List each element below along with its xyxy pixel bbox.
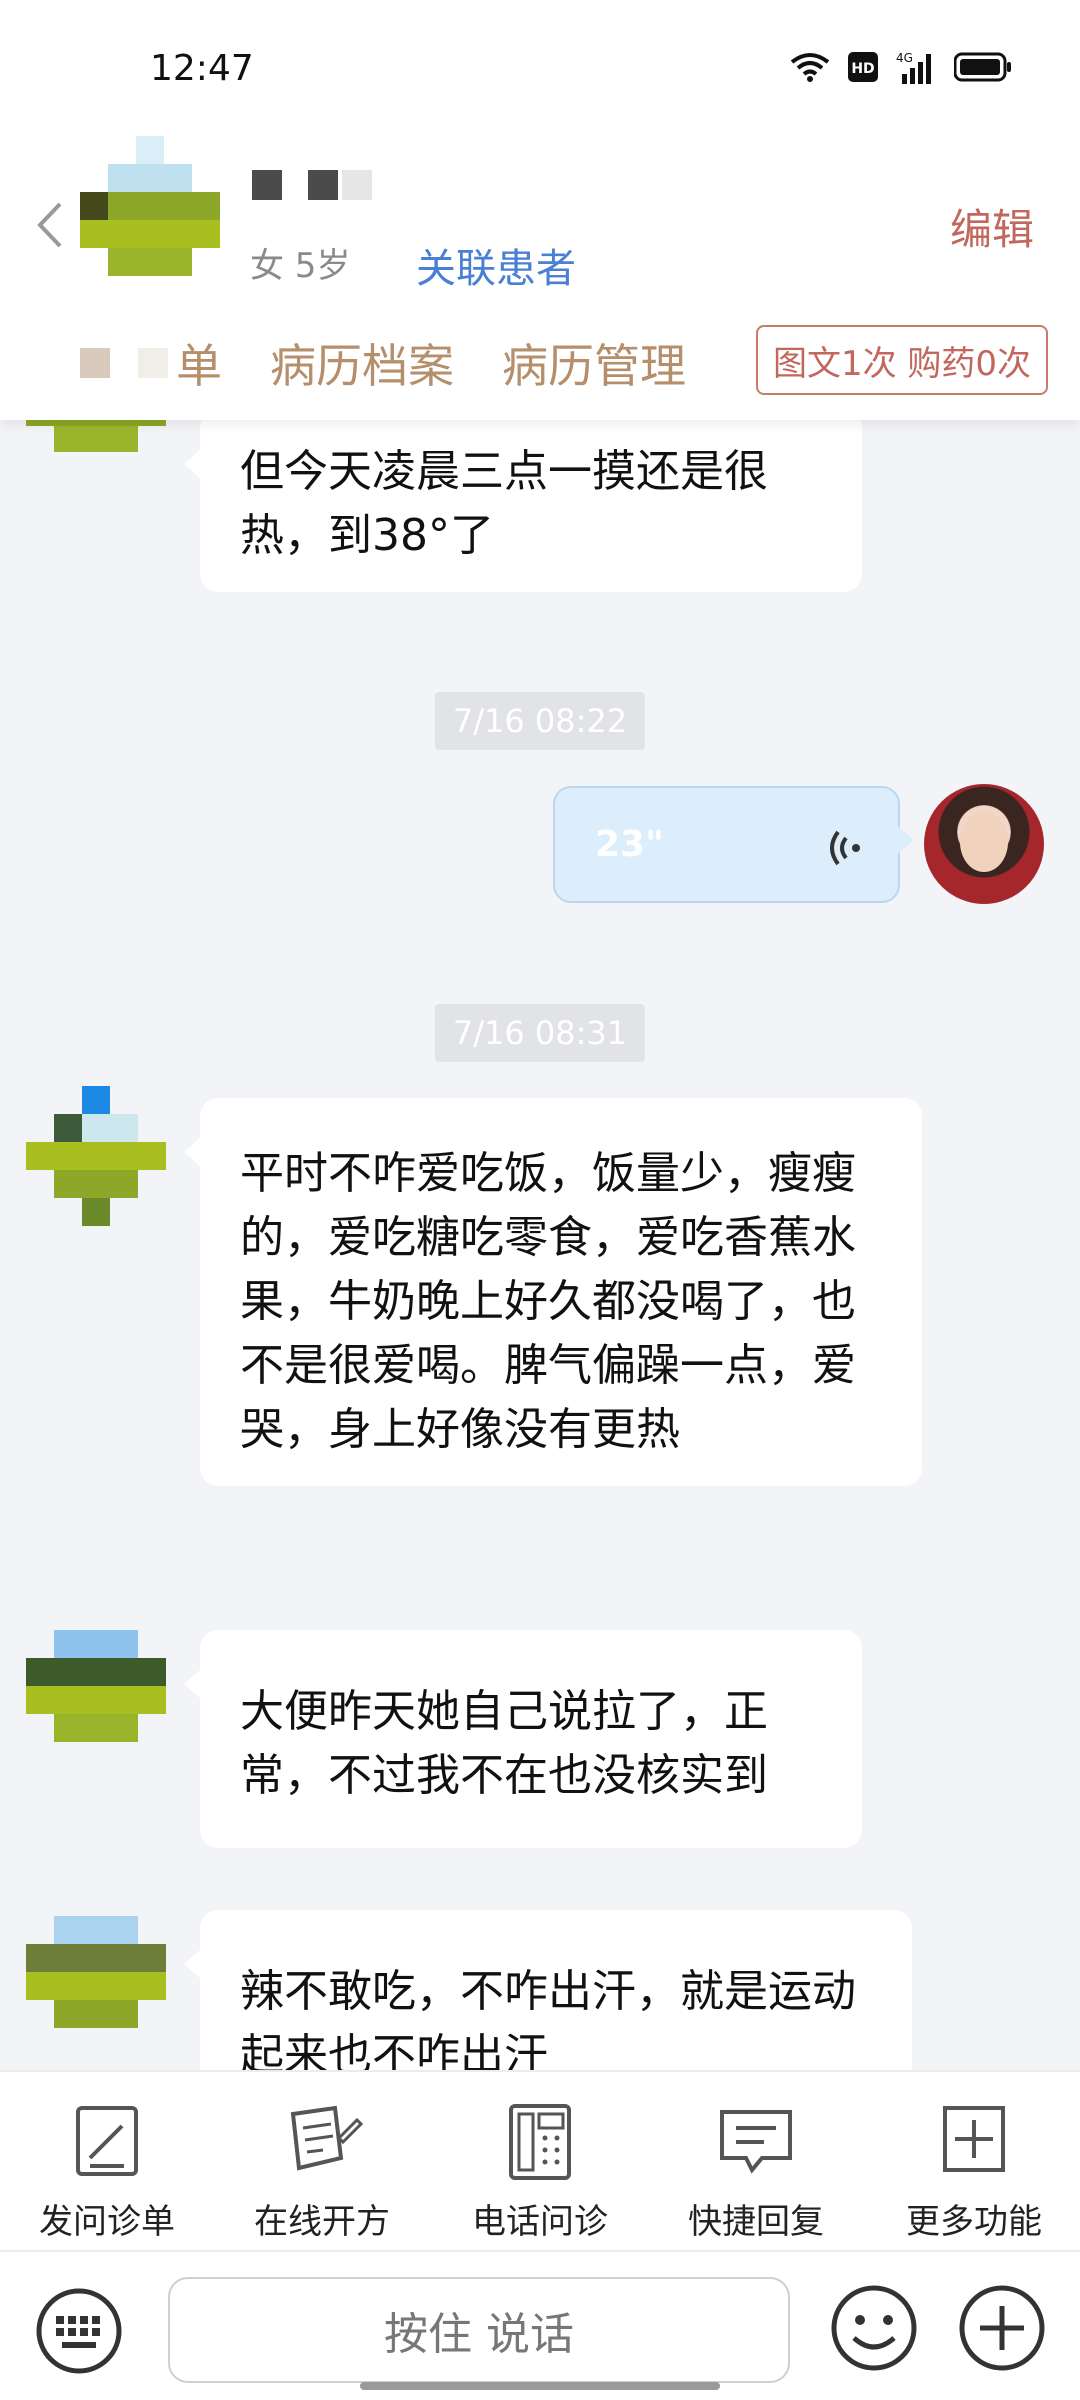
patient-avatar-small[interactable] [26,1630,166,1742]
back-icon[interactable] [34,200,64,250]
status-time: 12:47 [150,48,254,89]
online-prescription-button[interactable]: 在线开方 [232,2098,412,2243]
svg-text:HD: HD [851,61,874,77]
quick-reply-button[interactable]: 快捷回复 [666,2098,846,2243]
send-questionnaire-button[interactable]: 发问诊单 [17,2098,197,2243]
battery-icon [954,52,1011,82]
patient-meta: 女 5岁 [250,246,351,286]
tool-label: 发问诊单 [39,2202,175,2242]
network-label: 4G [896,51,913,65]
patient-avatar-small[interactable] [26,1916,166,2028]
keyboard-icon[interactable] [34,2286,124,2376]
more-icon [943,2106,1005,2172]
message-bubble: 大便昨天她自己说拉了，正常，不过我不在也没核实到 [184,1630,862,1848]
link-patient-button[interactable]: 关联患者 [416,236,576,294]
edit-button[interactable]: 编辑 [950,196,1034,257]
add-icon[interactable] [956,2282,1048,2374]
patient-avatar-small[interactable] [26,1086,166,1226]
timestamp: 7/16 08:22 [434,692,646,750]
doctor-avatar[interactable] [924,784,1044,904]
patient-avatar-small[interactable] [26,420,166,480]
header-tabs: 单 病历档案 病历管理 [80,330,686,396]
status-icons: HD 4G [790,50,1012,84]
message-text: 但今天凌晨三点一摸还是很热，到38°了 [240,446,768,561]
chat-area[interactable]: 但今天凌晨三点一摸还是很热，到38°了 7/16 08:22 23" 7/16 … [0,420,1080,2070]
phone-consult-button[interactable]: 电话问诊 [450,2098,630,2243]
prescription-icon [290,2105,364,2171]
message-text: 辣不敢吃，不咋出汗，就是运动起来也不咋出汗 [240,1966,856,2070]
tool-label: 快捷回复 [688,2202,824,2242]
message-bubble: 但今天凌晨三点一摸还是很热，到38°了 [184,420,862,592]
signal-icon: 4G [896,51,931,84]
patient-avatar[interactable] [80,136,230,286]
hold-to-talk-button[interactable]: 按住 说话 [168,2277,790,2383]
tab-record-management[interactable]: 病历管理 [502,330,686,396]
message-text: 平时不咋爱吃饭，饭量少，瘦瘦的，爱吃糖吃零食，爱吃香蕉水果，牛奶晚上好久都没喝了… [240,1148,856,1455]
consult-stats-badge: 图文1次 购药0次 [756,325,1048,395]
voice-wave-icon [830,830,860,866]
more-functions-button[interactable]: 更多功能 [884,2098,1064,2243]
voice-duration: 23" [595,824,664,865]
tab-orders[interactable]: 单 [80,330,222,396]
voice-message-bubble[interactable]: 23" [553,786,914,903]
phone-icon [509,2104,571,2180]
chat-header: 女 5岁 关联患者 编辑 单 病历档案 病历管理 图文1次 购药0次 [0,136,1080,420]
wifi-icon [790,53,830,82]
timestamp: 7/16 08:31 [434,1004,646,1062]
home-indicator [360,2382,720,2390]
hd-icon: HD [848,52,878,82]
tool-label: 更多功能 [906,2202,1042,2242]
function-toolbar: 发问诊单 在线开方 电话问诊 快捷回复 更多功能 [0,2070,1080,2250]
message-text: 大便昨天她自己说拉了，正常，不过我不在也没核实到 [240,1686,768,1801]
tab-orders-label: 单 [176,339,222,393]
tool-label: 在线开方 [254,2202,390,2242]
patient-name-redacted [252,170,372,200]
quick-reply-icon [720,2110,792,2174]
input-bar: 按住 说话 [0,2250,1080,2400]
status-bar: 12:47 HD 4G [0,0,1080,140]
form-icon [76,2106,138,2176]
message-bubble: 辣不敢吃，不咋出汗，就是运动起来也不咋出汗 [184,1910,912,2070]
emoji-icon[interactable] [828,2282,920,2374]
tool-label: 电话问诊 [472,2202,608,2242]
message-bubble: 平时不咋爱吃饭，饭量少，瘦瘦的，爱吃糖吃零食，爱吃香蕉水果，牛奶晚上好久都没喝了… [184,1098,922,1486]
tab-medical-records[interactable]: 病历档案 [270,330,454,396]
